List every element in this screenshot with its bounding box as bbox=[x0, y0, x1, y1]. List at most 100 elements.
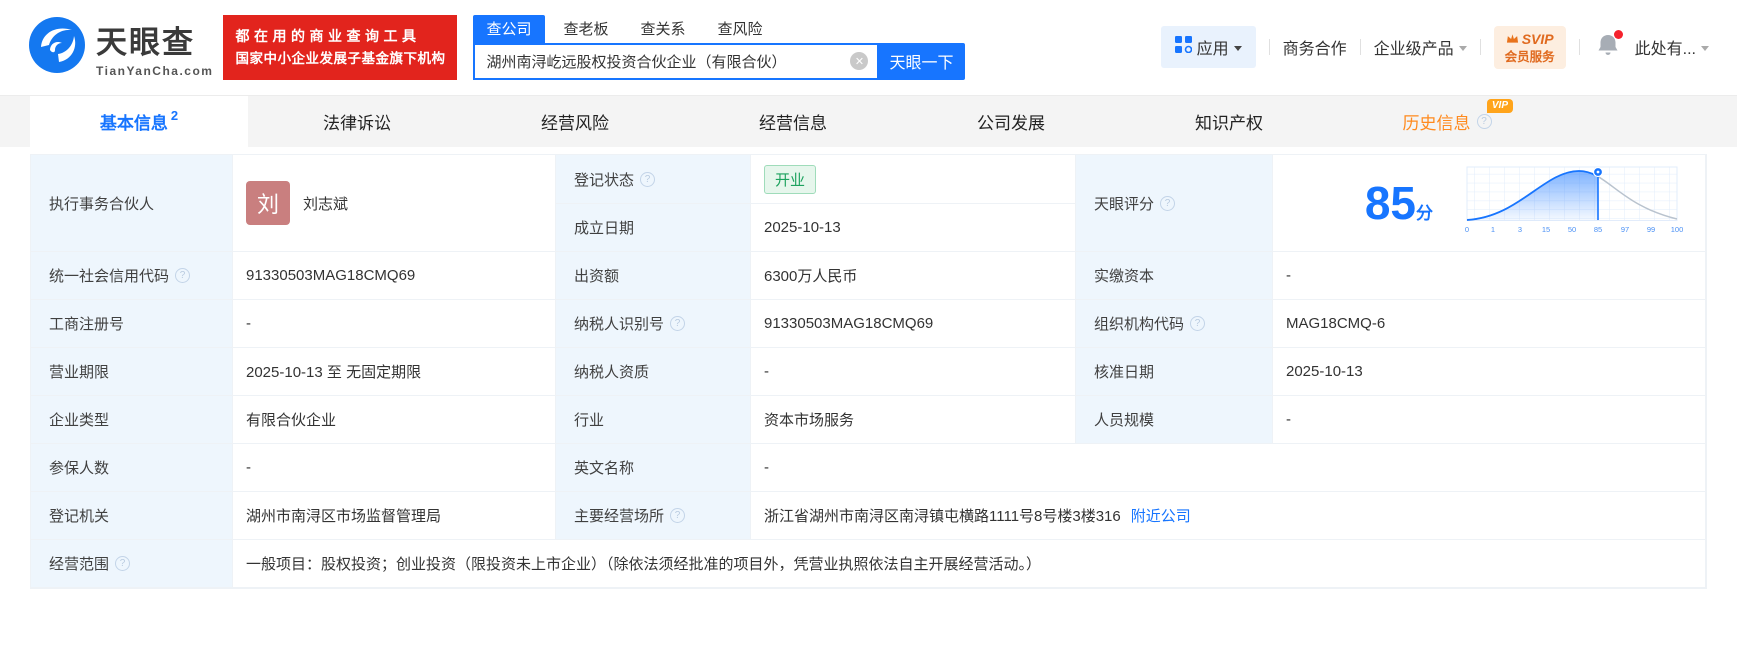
top-header: 天眼查 TianYanCha.com 都在用的商业查询工具 国家中小企业发展子基… bbox=[0, 0, 1737, 95]
search-input[interactable] bbox=[475, 44, 878, 78]
user-menu-label: 此处有... bbox=[1634, 41, 1696, 59]
tab-history-info[interactable]: VIP 历史信息 bbox=[1338, 96, 1556, 147]
score-distribution-chart: 0 1 3 15 50 85 97 99 100 bbox=[1459, 165, 1691, 241]
svg-text:97: 97 bbox=[1621, 225, 1629, 234]
nav-business-cooperation[interactable]: 商务合作 bbox=[1283, 35, 1347, 59]
field-label-tianyan-score: 天眼评分 bbox=[1076, 155, 1273, 252]
slogan-line2: 国家中小企业发展子基金旗下机构 bbox=[235, 50, 446, 66]
partner-avatar[interactable]: 刘 bbox=[246, 181, 290, 225]
partner-name[interactable]: 刘志斌 bbox=[303, 193, 348, 214]
enterprise-label: 企业级产品 bbox=[1373, 41, 1454, 59]
help-icon[interactable] bbox=[640, 171, 656, 187]
tab-basic-info-count: 2 bbox=[170, 108, 179, 123]
search-area: 查公司 查老板 查关系 查风险 ✕ 天眼一下 bbox=[473, 14, 966, 80]
svg-text:99: 99 bbox=[1647, 225, 1655, 234]
field-label-paid-capital: 实缴资本 bbox=[1076, 252, 1273, 300]
field-label-registration-status: 登记状态 bbox=[556, 155, 751, 204]
field-label-company-type: 企业类型 bbox=[31, 396, 233, 444]
chevron-down-icon bbox=[1701, 45, 1709, 51]
crown-icon bbox=[1506, 30, 1519, 49]
user-menu[interactable]: 此处有... bbox=[1635, 35, 1709, 59]
help-icon[interactable] bbox=[670, 508, 686, 523]
svg-text:1: 1 bbox=[1491, 225, 1495, 234]
search-tab-relation[interactable]: 查关系 bbox=[628, 15, 699, 43]
nav-enterprise-products[interactable]: 企业级产品 bbox=[1374, 35, 1467, 59]
field-value-taxpayer-id: 91330503MAG18CMQ69 bbox=[751, 300, 1076, 348]
field-value-contribution: 6300万人民币 bbox=[751, 252, 1076, 300]
field-value-registration-status: 开业 bbox=[751, 155, 1076, 204]
tab-basic-info[interactable]: 基本信息 2 bbox=[30, 96, 248, 147]
help-icon[interactable] bbox=[175, 268, 191, 283]
field-label-business-address: 主要经营场所 bbox=[556, 492, 751, 540]
field-value-taxpayer-quality: - bbox=[751, 348, 1076, 396]
svg-text:50: 50 bbox=[1568, 225, 1576, 234]
help-icon[interactable] bbox=[1476, 114, 1492, 129]
svg-text:15: 15 bbox=[1542, 225, 1550, 234]
search-tab-boss[interactable]: 查老板 bbox=[551, 15, 622, 43]
field-label-taxpayer-id: 纳税人识别号 bbox=[556, 300, 751, 348]
apps-grid-icon bbox=[1174, 36, 1192, 58]
svg-text:100: 100 bbox=[1671, 225, 1684, 234]
nearby-companies-link[interactable]: 附近公司 bbox=[1131, 505, 1191, 526]
field-label-approval-date: 核准日期 bbox=[1076, 348, 1273, 396]
field-label-executive-partner: 执行事务合伙人 bbox=[31, 155, 233, 252]
svg-text:85: 85 bbox=[1594, 225, 1602, 234]
help-icon[interactable] bbox=[1190, 316, 1206, 331]
field-label-contribution: 出资额 bbox=[556, 252, 751, 300]
apps-menu[interactable]: 应用 bbox=[1160, 26, 1256, 69]
section-tabbar: 基本信息 2 法律诉讼 经营风险 经营信息 公司发展 知识产权 VIP 历史信息 bbox=[0, 95, 1737, 147]
field-value-company-type: 有限合伙企业 bbox=[233, 396, 556, 444]
svip-member-service[interactable]: SVIP 会员服务 bbox=[1493, 25, 1566, 70]
tianyancha-logo[interactable]: 天眼查 TianYanCha.com bbox=[28, 16, 213, 79]
help-icon[interactable] bbox=[1160, 195, 1176, 211]
field-label-business-scope: 经营范围 bbox=[31, 540, 233, 588]
search-tab-risk[interactable]: 查风险 bbox=[705, 15, 776, 43]
field-label-registration-authority: 登记机关 bbox=[31, 492, 233, 540]
search-tabs: 查公司 查老板 查关系 查风险 bbox=[473, 14, 965, 43]
field-value-industry: 资本市场服务 bbox=[751, 396, 1076, 444]
notifications-bell-icon[interactable] bbox=[1597, 29, 1623, 62]
field-label-org-code: 组织机构代码 bbox=[1076, 300, 1273, 348]
basic-info-table: 执行事务合伙人 刘 刘志斌 登记状态 开业 天眼评分 85分 bbox=[30, 154, 1707, 589]
search-tab-company[interactable]: 查公司 bbox=[473, 14, 545, 43]
slogan-banner: 都在用的商业查询工具 国家中小企业发展子基金旗下机构 bbox=[223, 14, 458, 81]
tab-legal-litigation[interactable]: 法律诉讼 bbox=[248, 96, 466, 147]
help-icon[interactable] bbox=[115, 556, 131, 571]
tab-intellectual-property[interactable]: 知识产权 bbox=[1120, 96, 1338, 147]
tab-company-development[interactable]: 公司发展 bbox=[902, 96, 1120, 147]
field-label-business-term: 营业期限 bbox=[31, 348, 233, 396]
field-label-establish-date: 成立日期 bbox=[556, 204, 751, 252]
status-badge: 开业 bbox=[764, 164, 817, 194]
field-label-credit-code: 统一社会信用代码 bbox=[31, 252, 233, 300]
tab-operating-risk[interactable]: 经营风险 bbox=[466, 96, 684, 147]
brand-name: 天眼查 bbox=[96, 25, 195, 60]
field-value-credit-code: 91330503MAG18CMQ69 bbox=[233, 252, 556, 300]
search-button[interactable]: 天眼一下 bbox=[877, 42, 966, 80]
field-value-business-address: 浙江省湖州市南浔区南浔镇屯横路1111号8号楼3楼316 附近公司 bbox=[751, 492, 1706, 540]
tab-operating-info[interactable]: 经营信息 bbox=[684, 96, 902, 147]
field-value-paid-capital: - bbox=[1273, 252, 1706, 300]
help-icon[interactable] bbox=[670, 316, 686, 331]
slogan-line1: 都在用的商业查询工具 bbox=[235, 27, 421, 44]
field-value-establish-date: 2025-10-13 bbox=[751, 204, 1076, 252]
field-value-executive-partner: 刘 刘志斌 bbox=[233, 155, 556, 252]
score-number: 85 bbox=[1364, 177, 1416, 229]
header-nav: 应用 商务合作 企业级产品 SVIP 会员服务 此处有... bbox=[1160, 25, 1709, 70]
tianyancha-logo-icon bbox=[28, 16, 86, 79]
field-label-english-name: 英文名称 bbox=[556, 444, 751, 492]
field-label-registration-number: 工商注册号 bbox=[31, 300, 233, 348]
field-value-insured-count: - bbox=[233, 444, 556, 492]
svip-sublabel: 会员服务 bbox=[1504, 49, 1555, 64]
field-label-insured-count: 参保人数 bbox=[31, 444, 233, 492]
field-value-staff-size: - bbox=[1273, 396, 1706, 444]
field-value-org-code: MAG18CMQ-6 bbox=[1273, 300, 1706, 348]
chevron-down-icon bbox=[1233, 45, 1242, 51]
vip-badge: VIP bbox=[1486, 99, 1513, 113]
apps-label: 应用 bbox=[1196, 41, 1229, 59]
field-value-registration-number: - bbox=[233, 300, 556, 348]
field-value-tianyan-score[interactable]: 85分 0 1 3 15 50 85 97 99 100 bbox=[1273, 155, 1706, 252]
field-value-english-name: - bbox=[751, 444, 1706, 492]
field-label-industry: 行业 bbox=[556, 396, 751, 444]
svip-label: SVIP bbox=[1521, 30, 1554, 47]
brand-domain: TianYanCha.com bbox=[96, 64, 214, 78]
